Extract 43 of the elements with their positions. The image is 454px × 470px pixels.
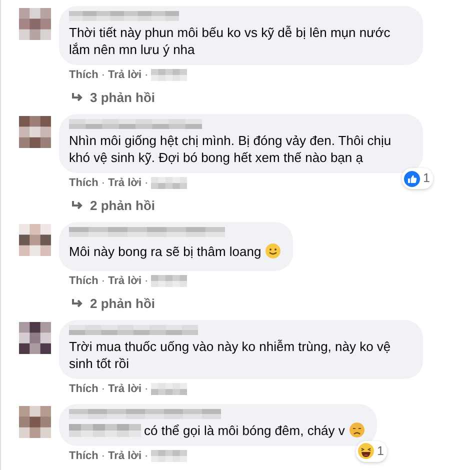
like-link[interactable]: Thích: [69, 175, 98, 192]
replies-link[interactable]: 2 phản hồi: [90, 294, 155, 313]
reply-arrow-icon: [71, 200, 84, 211]
separator-dot: ·: [144, 176, 148, 191]
avatar: [19, 322, 51, 354]
comment-text: Trời mua thuốc uống vào này ko nhiễm trùng, này ko vệ sinh tốt rồi: [69, 338, 392, 372]
reply-link[interactable]: Trả lời: [108, 273, 142, 290]
separator-dot: ·: [101, 176, 106, 191]
comment-text: có thể gọi là môi bóng đêm, cháy v: [144, 422, 345, 438]
like-link[interactable]: Thích: [69, 381, 98, 398]
like-link[interactable]: Thích: [69, 273, 98, 290]
separator-dot: ·: [144, 448, 148, 464]
like-link[interactable]: Thích: [69, 448, 98, 464]
replies-link[interactable]: 2 phản hồi: [90, 196, 155, 215]
avatar: [19, 116, 51, 148]
blurred-time: [151, 275, 188, 288]
blurred-time: [151, 383, 188, 396]
blurred-time: [151, 177, 188, 190]
separator-dot: ·: [101, 382, 106, 397]
blurred-time: [151, 69, 188, 82]
reply-link[interactable]: Trả lời: [108, 175, 142, 192]
separator-dot: ·: [101, 448, 106, 464]
avatar: [19, 406, 51, 438]
comment-text: Thời tiết này phun môi bếu ko vs kỹ dễ bị lên mụn nước lắm nên mn lưu ý nha: [69, 24, 392, 58]
reply-arrow-icon: [71, 92, 84, 103]
avatar: [19, 8, 51, 40]
reply-link[interactable]: Trả lời: [108, 67, 142, 84]
blurred-time: [151, 450, 188, 462]
like-link[interactable]: Thích: [69, 67, 98, 84]
reply-arrow-icon: [71, 298, 84, 309]
separator-dot: ·: [101, 68, 106, 83]
avatar: [19, 224, 51, 256]
separator-dot: ·: [144, 274, 148, 289]
reaction-count[interactable]: 1: [356, 440, 387, 462]
separator-dot: ·: [101, 274, 106, 289]
reaction-count[interactable]: 1: [402, 168, 433, 189]
separator-dot: ·: [144, 382, 148, 397]
reply-link[interactable]: Trả lời: [108, 448, 142, 464]
comment-text: Nhìn môi giống hệt chị mình. Bị đóng vảy đen. Thôi chịu khó vệ sinh kỹ. Đợi bó bong hết xem thế nào bạn ạ: [69, 132, 392, 166]
replies-link[interactable]: 3 phản hồi: [90, 88, 155, 107]
separator-dot: ·: [144, 68, 148, 83]
comment-text: Môi này bong ra sẽ bị thâm loang: [69, 244, 262, 259]
reply-link[interactable]: Trả lời: [108, 381, 142, 398]
